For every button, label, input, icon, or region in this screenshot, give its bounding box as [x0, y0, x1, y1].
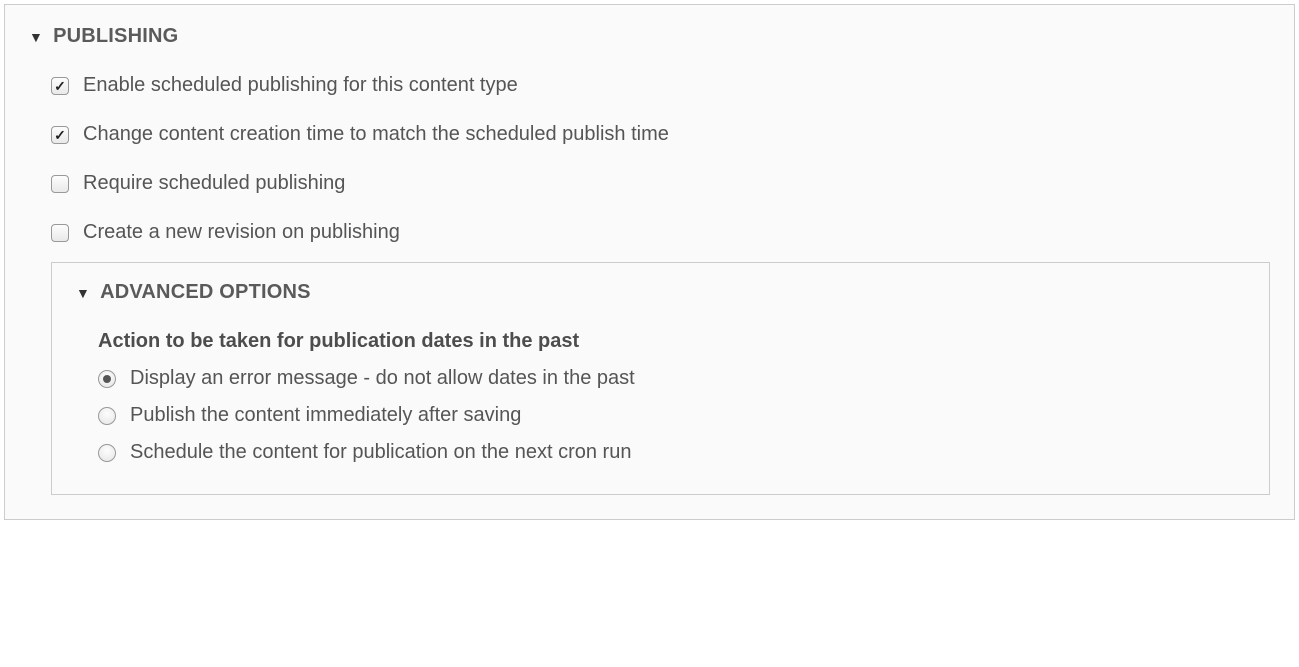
option-create-revision[interactable]: Create a new revision on publishing	[51, 221, 1270, 244]
radio-publish-now[interactable]	[98, 407, 116, 425]
publishing-legend[interactable]: ▼ Publishing	[29, 25, 1270, 48]
past-action-option-next-cron[interactable]: Schedule the content for publication on …	[76, 441, 1245, 464]
checkbox-require-scheduled[interactable]	[51, 175, 69, 193]
publishing-options: Enable scheduled publishing for this con…	[29, 74, 1270, 244]
past-action-option-publish-now[interactable]: Publish the content immediately after sa…	[76, 404, 1245, 427]
checkbox-create-revision[interactable]	[51, 224, 69, 242]
publishing-title: Publishing	[53, 25, 178, 48]
radio-label: Display an error message - do not allow …	[130, 367, 635, 390]
option-change-creation-time[interactable]: Change content creation time to match th…	[51, 123, 1270, 146]
radio-label: Publish the content immediately after sa…	[130, 404, 521, 427]
past-action-option-error[interactable]: Display an error message - do not allow …	[76, 367, 1245, 390]
publishing-fieldset: ▼ Publishing Enable scheduled publishing…	[4, 4, 1295, 520]
option-label: Require scheduled publishing	[83, 172, 345, 195]
option-require-scheduled[interactable]: Require scheduled publishing	[51, 172, 1270, 195]
option-enable-scheduled[interactable]: Enable scheduled publishing for this con…	[51, 74, 1270, 97]
disclosure-triangle-icon: ▼	[29, 30, 43, 44]
checkbox-enable-scheduled[interactable]	[51, 77, 69, 95]
radio-label: Schedule the content for publication on …	[130, 441, 631, 464]
advanced-options-legend[interactable]: ▼ Advanced options	[76, 281, 1245, 304]
radio-error[interactable]	[98, 370, 116, 388]
option-label: Change content creation time to match th…	[83, 123, 669, 146]
checkbox-change-creation-time[interactable]	[51, 126, 69, 144]
disclosure-triangle-icon: ▼	[76, 286, 90, 300]
radio-next-cron[interactable]	[98, 444, 116, 462]
option-label: Create a new revision on publishing	[83, 221, 400, 244]
option-label: Enable scheduled publishing for this con…	[83, 74, 518, 97]
past-action-label: Action to be taken for publication dates…	[76, 330, 1245, 353]
advanced-options-title: Advanced options	[100, 281, 311, 304]
advanced-options-fieldset: ▼ Advanced options Action to be taken fo…	[51, 262, 1270, 495]
